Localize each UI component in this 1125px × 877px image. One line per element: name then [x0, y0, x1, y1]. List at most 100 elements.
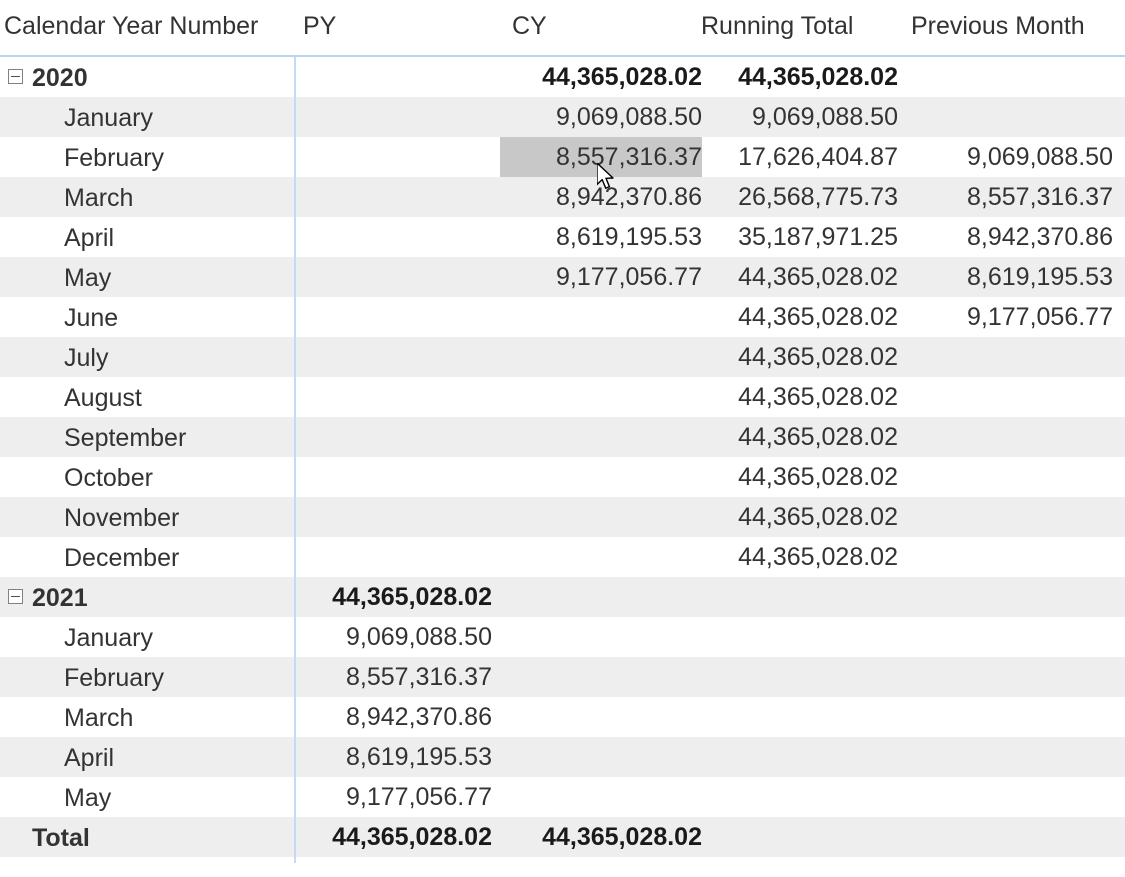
cell-cy[interactable]: [500, 377, 702, 417]
table-row[interactable]: February 8,557,316.37 17,626,404.87 9,069,0…: [0, 137, 1125, 177]
table-row[interactable]: April 8,619,195.53: [0, 737, 1125, 777]
cell-py[interactable]: [294, 217, 492, 257]
table-row[interactable]: November 44,365,028.02: [0, 497, 1125, 537]
column-header-previous-month[interactable]: Previous Month: [911, 10, 1085, 42]
cell-py[interactable]: 9,069,088.50: [294, 617, 492, 657]
row-header-cell[interactable]: May: [0, 777, 292, 817]
cell-running-total[interactable]: [704, 697, 898, 737]
row-header-cell[interactable]: February: [0, 137, 292, 177]
cell-cy[interactable]: [500, 737, 702, 777]
cell-previous-month[interactable]: 8,557,316.37: [900, 177, 1113, 217]
table-row[interactable]: August 44,365,028.02: [0, 377, 1125, 417]
table-row[interactable]: March 8,942,370.86: [0, 697, 1125, 737]
row-header-cell[interactable]: June: [0, 297, 292, 337]
table-row[interactable]: May 9,177,056.77: [0, 777, 1125, 817]
cell-cy[interactable]: [500, 777, 702, 817]
row-header-cell[interactable]: January: [0, 617, 292, 657]
cell-previous-month[interactable]: [900, 417, 1113, 457]
table-row[interactable]: 2021 44,365,028.02: [0, 577, 1125, 617]
cell-py[interactable]: [294, 97, 492, 137]
row-header-cell[interactable]: April: [0, 737, 292, 777]
cell-previous-month[interactable]: [900, 777, 1113, 817]
table-row[interactable]: September 44,365,028.02: [0, 417, 1125, 457]
table-row[interactable]: January 9,069,088.50: [0, 617, 1125, 657]
cell-previous-month[interactable]: [900, 737, 1113, 777]
cell-cy[interactable]: 9,069,088.50: [500, 97, 702, 137]
cell-previous-month[interactable]: [900, 577, 1113, 617]
cell-running-total[interactable]: 44,365,028.02: [704, 497, 898, 537]
minus-square-icon[interactable]: [8, 589, 23, 604]
cell-py[interactable]: 44,365,028.02: [294, 817, 492, 857]
cell-running-total[interactable]: 26,568,775.73: [704, 177, 898, 217]
cell-py[interactable]: [294, 57, 492, 97]
cell-cy[interactable]: [500, 617, 702, 657]
cell-running-total[interactable]: [704, 737, 898, 777]
row-header-cell[interactable]: April: [0, 217, 292, 257]
cell-cy[interactable]: [500, 497, 702, 537]
cell-cy[interactable]: 8,619,195.53: [500, 217, 702, 257]
cell-py[interactable]: 9,177,056.77: [294, 777, 492, 817]
row-header-cell[interactable]: March: [0, 697, 292, 737]
cell-running-total[interactable]: [704, 817, 898, 857]
cell-previous-month[interactable]: [900, 337, 1113, 377]
row-header-cell[interactable]: May: [0, 257, 292, 297]
cell-cy[interactable]: 9,177,056.77: [500, 257, 702, 297]
cell-previous-month[interactable]: [900, 697, 1113, 737]
cell-cy[interactable]: 8,557,316.37: [500, 137, 702, 177]
table-row[interactable]: December 44,365,028.02: [0, 537, 1125, 577]
cell-running-total[interactable]: 44,365,028.02: [704, 257, 898, 297]
cell-cy[interactable]: [500, 417, 702, 457]
cell-py[interactable]: [294, 177, 492, 217]
cell-py[interactable]: 8,557,316.37: [294, 657, 492, 697]
cell-previous-month[interactable]: 8,942,370.86: [900, 217, 1113, 257]
row-header-cell[interactable]: 2021: [0, 577, 292, 617]
cell-py[interactable]: [294, 257, 492, 297]
cell-running-total[interactable]: [704, 657, 898, 697]
row-header-cell[interactable]: September: [0, 417, 292, 457]
cell-running-total[interactable]: 44,365,028.02: [704, 417, 898, 457]
table-row[interactable]: 2020 44,365,028.02 44,365,028.02: [0, 57, 1125, 97]
cell-previous-month[interactable]: [900, 537, 1113, 577]
cell-py[interactable]: [294, 497, 492, 537]
cell-running-total[interactable]: 44,365,028.02: [704, 457, 898, 497]
cell-cy[interactable]: [500, 297, 702, 337]
cell-running-total[interactable]: 44,365,028.02: [704, 377, 898, 417]
cell-cy[interactable]: [500, 337, 702, 377]
row-header-cell[interactable]: July: [0, 337, 292, 377]
cell-running-total[interactable]: 44,365,028.02: [704, 297, 898, 337]
cell-running-total[interactable]: 44,365,028.02: [704, 57, 898, 97]
cell-py[interactable]: [294, 537, 492, 577]
cell-previous-month[interactable]: [900, 457, 1113, 497]
cell-running-total[interactable]: [704, 777, 898, 817]
cell-previous-month[interactable]: [900, 377, 1113, 417]
cell-running-total[interactable]: 44,365,028.02: [704, 337, 898, 377]
cell-running-total[interactable]: 35,187,971.25: [704, 217, 898, 257]
column-header-py[interactable]: PY: [303, 10, 336, 42]
cell-py[interactable]: 44,365,028.02: [294, 577, 492, 617]
column-header-running-total[interactable]: Running Total: [701, 10, 853, 42]
cell-cy[interactable]: [500, 577, 702, 617]
cell-previous-month[interactable]: [900, 97, 1113, 137]
cell-running-total[interactable]: 44,365,028.02: [704, 537, 898, 577]
cell-py[interactable]: [294, 337, 492, 377]
cell-cy[interactable]: 44,365,028.02: [500, 817, 702, 857]
cell-py[interactable]: [294, 377, 492, 417]
minus-square-icon[interactable]: [8, 69, 23, 84]
cell-previous-month[interactable]: [900, 617, 1113, 657]
column-header-cy[interactable]: CY: [512, 10, 547, 42]
table-row[interactable]: January 9,069,088.50 9,069,088.50: [0, 97, 1125, 137]
cell-cy[interactable]: [500, 697, 702, 737]
cell-running-total[interactable]: 17,626,404.87: [704, 137, 898, 177]
table-row[interactable]: February 8,557,316.37: [0, 657, 1125, 697]
row-header-cell[interactable]: 2020: [0, 57, 292, 97]
cell-previous-month[interactable]: 9,177,056.77: [900, 297, 1113, 337]
cell-py[interactable]: 8,942,370.86: [294, 697, 492, 737]
cell-running-total[interactable]: [704, 617, 898, 657]
cell-previous-month[interactable]: [900, 497, 1113, 537]
cell-cy[interactable]: [500, 657, 702, 697]
table-row[interactable]: April 8,619,195.53 35,187,971.25 8,942,370.…: [0, 217, 1125, 257]
cell-cy[interactable]: 44,365,028.02: [500, 57, 702, 97]
table-row[interactable]: June 44,365,028.02 9,177,056.77: [0, 297, 1125, 337]
row-header-cell[interactable]: August: [0, 377, 292, 417]
cell-cy[interactable]: [500, 457, 702, 497]
